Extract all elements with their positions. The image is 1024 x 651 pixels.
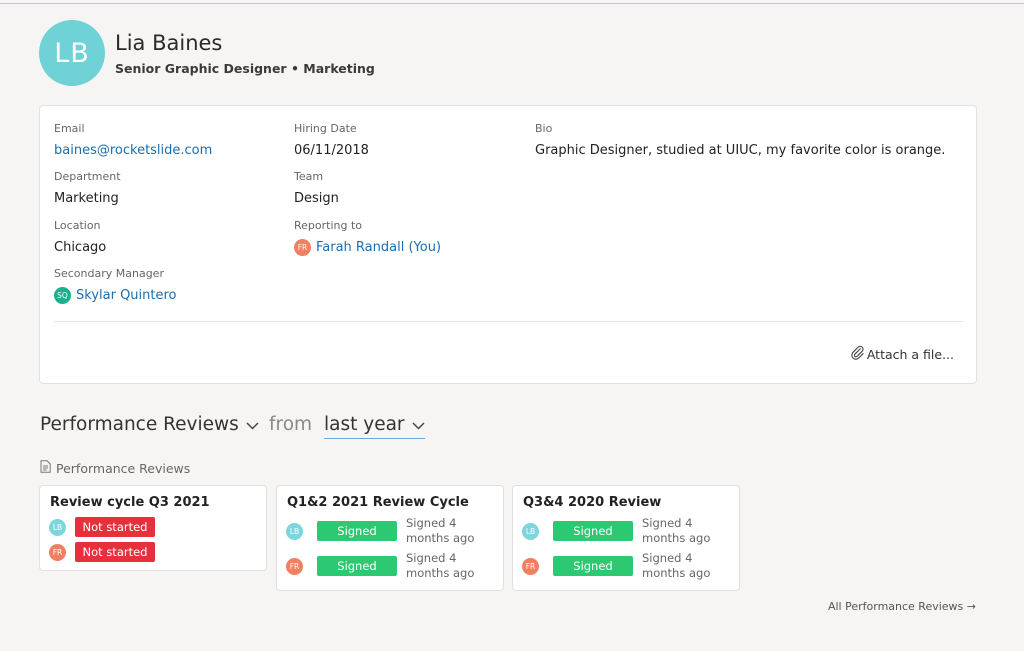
bio-value: Graphic Designer, studied at UIUC, my fa…: [535, 143, 946, 158]
review-row: FR Signed Signed 4 months ago: [286, 551, 476, 581]
department-field: Department Marketing: [54, 170, 121, 207]
status-badge: Not started: [75, 542, 155, 562]
status-badge: Not started: [75, 517, 155, 537]
card-divider: [54, 321, 963, 322]
reviewer-avatar: FR: [49, 543, 66, 561]
signed-timestamp: Signed 4 months ago: [406, 516, 475, 545]
profile-subtitle: Senior Graphic Designer • Marketing: [115, 61, 375, 76]
reviewer-avatar: FR: [522, 557, 539, 575]
review-row: LB Not started: [49, 517, 155, 537]
email-link[interactable]: baines@rocketslide.com: [54, 142, 212, 159]
review-card[interactable]: Q3&4 2020 Review LB Signed Signed 4 mont…: [512, 485, 740, 591]
paperclip-icon: [850, 345, 867, 363]
hiring-date-field: Hiring Date 06/11/2018: [294, 122, 369, 159]
profile-name: Lia Baines: [115, 31, 223, 55]
email-field: Email baines@rocketslide.com: [54, 122, 212, 159]
profile-details-card: Email baines@rocketslide.com Hiring Date…: [39, 105, 977, 384]
review-card-title: Q1&2 2021 Review Cycle: [287, 495, 469, 510]
attach-file-button[interactable]: Attach a file...: [850, 345, 954, 363]
location-field: Location Chicago: [54, 219, 106, 256]
chevron-down-icon: [246, 414, 259, 435]
status-badge: Signed: [317, 556, 397, 576]
bio-field: Bio Graphic Designer, studied at UIUC, m…: [535, 122, 945, 159]
reporting-label: Reporting to: [294, 219, 363, 232]
signed-timestamp: Signed 4 months ago: [642, 516, 711, 545]
review-card[interactable]: Q1&2 2021 Review Cycle LB Signed Signed …: [276, 485, 504, 591]
secondary-manager-label: Secondary Manager: [54, 267, 164, 280]
department-value: Marketing: [54, 191, 119, 206]
review-card-title: Q3&4 2020 Review: [523, 495, 662, 510]
period-dropdown[interactable]: last year: [324, 414, 425, 439]
team-value: Design: [294, 191, 339, 206]
secondary-manager-field: Secondary Manager SQ Skylar Quintero: [54, 267, 177, 304]
performance-reviews-title: Performance Reviews: [40, 414, 239, 435]
team-field: Team Design: [294, 170, 339, 207]
performance-reviews-sublabel: Performance Reviews: [40, 460, 190, 476]
top-border: [0, 3, 1024, 4]
period-value: last year: [324, 414, 405, 435]
signed-timestamp: Signed 4 months ago: [642, 551, 711, 580]
location-label: Location: [54, 219, 101, 232]
review-card-title: Review cycle Q3 2021: [50, 495, 210, 510]
secondary-avatar: SQ: [54, 287, 71, 304]
signed-timestamp: Signed 4 months ago: [406, 551, 475, 580]
review-row: LB Signed Signed 4 months ago: [286, 516, 476, 546]
team-label: Team: [294, 170, 324, 183]
email-label: Email: [54, 122, 85, 135]
from-label: from: [269, 414, 313, 435]
reporting-manager-link[interactable]: FR Farah Randall (You): [294, 239, 441, 256]
reviewee-avatar: LB: [522, 522, 539, 540]
profile-avatar: LB: [39, 20, 105, 86]
department-label: Department: [54, 170, 121, 183]
chevron-down-icon: [412, 414, 425, 435]
location-value: Chicago: [54, 240, 107, 255]
reporting-avatar: FR: [294, 239, 311, 256]
all-performance-reviews-link[interactable]: All Performance Reviews →: [828, 600, 976, 613]
review-row: FR Signed Signed 4 months ago: [522, 551, 712, 581]
secondary-name: Skylar Quintero: [76, 288, 177, 303]
reporting-field: Reporting to FR Farah Randall (You): [294, 219, 441, 256]
status-badge: Signed: [553, 521, 633, 541]
hiring-date-label: Hiring Date: [294, 122, 357, 135]
status-badge: Signed: [317, 521, 397, 541]
bio-label: Bio: [535, 122, 553, 135]
attach-file-label: Attach a file...: [866, 346, 954, 362]
reviewer-avatar: FR: [286, 557, 303, 575]
reporting-name: Farah Randall (You): [316, 240, 442, 255]
sublabel-text: Performance Reviews: [56, 460, 191, 476]
review-card[interactable]: Review cycle Q3 2021 LB Not started FR N…: [39, 485, 267, 571]
review-row: LB Signed Signed 4 months ago: [522, 516, 712, 546]
performance-reviews-dropdown[interactable]: Performance Reviews: [40, 414, 259, 435]
hiring-date-value: 06/11/2018: [294, 143, 369, 158]
document-icon: [40, 460, 56, 476]
secondary-manager-link[interactable]: SQ Skylar Quintero: [54, 287, 177, 304]
reviewee-avatar: LB: [286, 522, 303, 540]
review-row: FR Not started: [49, 542, 155, 562]
status-badge: Signed: [553, 556, 633, 576]
reviewee-avatar: LB: [49, 518, 66, 536]
